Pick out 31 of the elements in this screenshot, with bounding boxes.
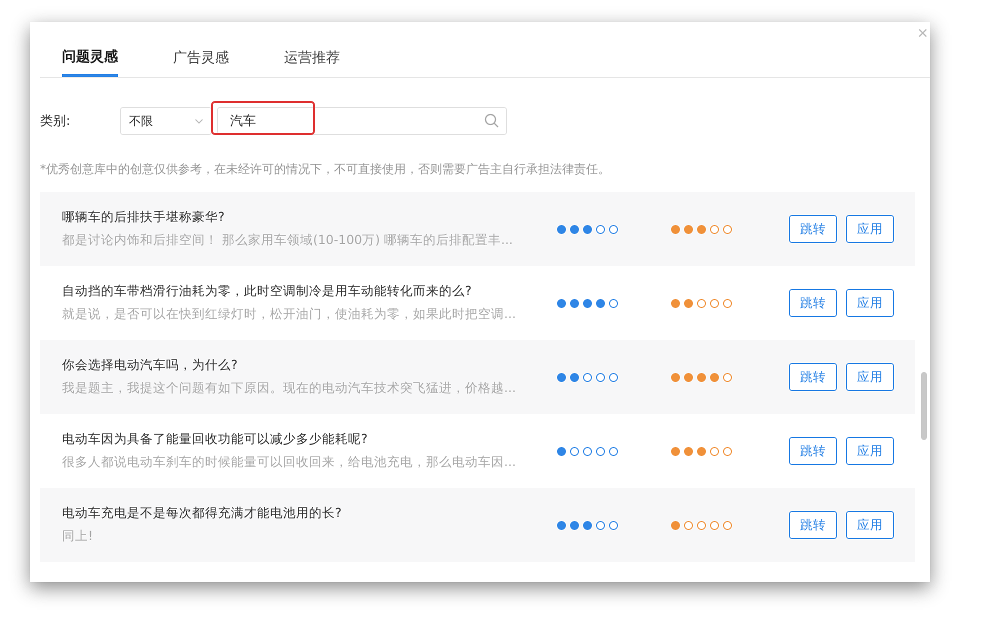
apply-button[interactable]: 应用 [846, 289, 894, 317]
jump-button[interactable]: 跳转 [789, 289, 837, 317]
tab[interactable]: 广告灵感 [173, 22, 229, 77]
question-snippet: 就是说，是否可以在快到红绿灯时，松开油门，使油耗为零，如果此时把空调... [62, 306, 517, 323]
question-snippet: 很多人都说电动车刹车的时候能量可以回收回来，给电池充电，那么电动车因... [62, 454, 517, 471]
close-button[interactable]: × [917, 24, 928, 42]
jump-button[interactable]: 跳转 [789, 215, 837, 243]
chevron-down-icon [195, 118, 203, 124]
question-title: 电动车因为具备了能量回收功能可以减少多少能耗呢? [62, 431, 369, 448]
apply-button[interactable]: 应用 [846, 437, 894, 465]
scrollbar-thumb[interactable] [921, 372, 927, 440]
category-select[interactable]: 不限 [120, 107, 212, 135]
apply-button[interactable]: 应用 [846, 511, 894, 539]
search-field[interactable]: 汽车 [217, 107, 507, 135]
tab[interactable]: 运营推荐 [284, 22, 340, 77]
tab[interactable]: 问题灵感 [62, 22, 118, 77]
question-title: 自动挡的车带档滑行油耗为零，此时空调制冷是用车动能转化而来的么? [62, 283, 473, 300]
apply-button[interactable]: 应用 [846, 363, 894, 391]
jump-button[interactable]: 跳转 [789, 363, 837, 391]
jump-button[interactable]: 跳转 [789, 511, 837, 539]
question-snippet: 都是讨论内饰和后排空间！ 那么家用车领域(10-100万) 哪辆车的后排配置丰... [62, 232, 514, 249]
category-label: 类别: [40, 113, 72, 130]
jump-button[interactable]: 跳转 [789, 437, 837, 465]
question-title: 哪辆车的后排扶手堪称豪华? [62, 209, 226, 226]
question-snippet: 我是题主，我提这个问题有如下原因。现在的电动汽车技术突飞猛进，价格越... [62, 380, 517, 397]
question-title: 电动车充电是不是每次都得充满才能电池用的长? [62, 505, 343, 522]
apply-button[interactable]: 应用 [846, 215, 894, 243]
disclaimer-text: *优秀创意库中的创意仅供参考，在未经许可的情况下，不可直接使用，否则需要广告主自行承担法律责任。 [40, 161, 611, 178]
question-title: 你会选择电动汽车吗，为什么? [62, 357, 239, 374]
search-icon [484, 113, 499, 128]
question-snippet: 同上! [62, 528, 94, 545]
